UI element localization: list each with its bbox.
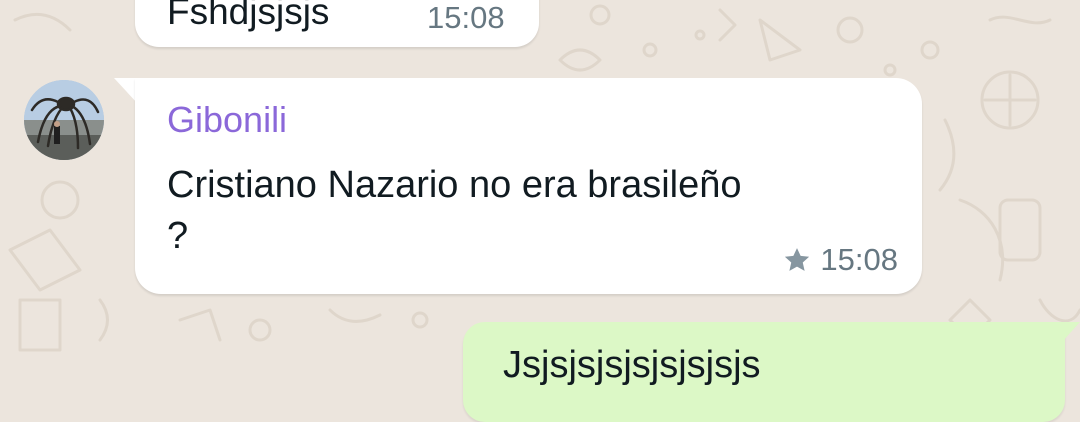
outgoing-message-text: Jsjsjsjsjsjsjsjsjs bbox=[503, 344, 761, 386]
message-bubble[interactable]: Gibonili Cristiano Nazario no era brasil… bbox=[135, 78, 922, 294]
avatar-image bbox=[24, 80, 104, 160]
sender-name[interactable]: Gibonili bbox=[167, 99, 287, 141]
message-text: Cristiano Nazario no era brasileño ? bbox=[167, 164, 742, 257]
previous-message-text: Fshdjsjsjs bbox=[167, 0, 330, 32]
previous-message-bubble[interactable]: Fshdjsjsjs 15:08 bbox=[135, 0, 539, 47]
previous-message-time: 15:08 bbox=[427, 0, 505, 35]
sender-avatar[interactable] bbox=[24, 80, 104, 160]
message-meta: 15:08 bbox=[782, 242, 898, 278]
outgoing-message-bubble[interactable]: Jsjsjsjsjsjsjsjsjs bbox=[463, 322, 1065, 422]
outgoing-bubble-tail bbox=[1062, 322, 1080, 342]
message-time: 15:08 bbox=[820, 242, 898, 277]
star-icon bbox=[785, 248, 810, 271]
